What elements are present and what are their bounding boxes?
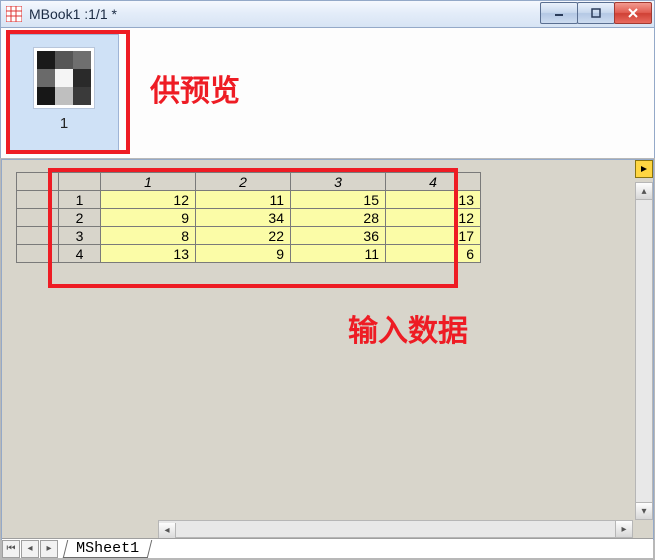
grid-stub [17, 209, 59, 227]
tab-nav-next-icon[interactable]: ▸ [40, 540, 58, 558]
matrix-sheet: 1 2 3 4 1 12 11 15 13 2 9 34 28 12 3 8 2… [1, 159, 654, 540]
horizontal-scrollbar[interactable]: ◂ ▸ [158, 520, 633, 538]
grid-corner[interactable] [59, 173, 101, 191]
cell[interactable]: 9 [196, 245, 291, 263]
cell[interactable]: 13 [386, 191, 481, 209]
scroll-up-icon[interactable]: ▴ [636, 183, 652, 200]
sheet-tab-label: MSheet1 [76, 540, 139, 557]
data-selector-icon[interactable] [635, 160, 653, 178]
sheet-tab-bar: ⏮ ◂ ▸ MSheet1 [2, 538, 653, 558]
vertical-scrollbar[interactable]: ▴ ▾ [635, 182, 653, 520]
cell[interactable]: 8 [101, 227, 196, 245]
titlebar[interactable]: MBook1 :1/1 * [0, 0, 655, 28]
cell[interactable]: 15 [291, 191, 386, 209]
grid-stub [17, 191, 59, 209]
row-header[interactable]: 3 [59, 227, 101, 245]
cell[interactable]: 28 [291, 209, 386, 227]
grid-stub [17, 227, 59, 245]
scroll-down-icon[interactable]: ▾ [636, 502, 652, 519]
cell[interactable]: 12 [386, 209, 481, 227]
cell[interactable]: 34 [196, 209, 291, 227]
cell[interactable]: 12 [101, 191, 196, 209]
annotation-label-data: 输入数据 [348, 306, 468, 350]
cell[interactable]: 13 [101, 245, 196, 263]
sheet-tab-active[interactable]: MSheet1 [63, 540, 153, 558]
tab-nav-first-icon[interactable]: ⏮ [2, 540, 20, 558]
cell[interactable]: 36 [291, 227, 386, 245]
preview-strip: 1 [0, 28, 655, 158]
scroll-left-icon[interactable]: ◂ [159, 523, 176, 539]
grid-corner-stub [17, 173, 59, 191]
cell[interactable]: 22 [196, 227, 291, 245]
window-buttons [541, 2, 652, 24]
thumbnail-label: 1 [10, 115, 118, 132]
cell[interactable]: 9 [101, 209, 196, 227]
cell[interactable]: 11 [291, 245, 386, 263]
cell[interactable]: 6 [386, 245, 481, 263]
grid-stub [17, 245, 59, 263]
col-header[interactable]: 2 [196, 173, 291, 191]
scroll-right-icon[interactable]: ▸ [615, 521, 632, 537]
close-button[interactable] [614, 2, 652, 24]
row-header[interactable]: 2 [59, 209, 101, 227]
row-header[interactable]: 4 [59, 245, 101, 263]
row-header[interactable]: 1 [59, 191, 101, 209]
col-header[interactable]: 4 [386, 173, 481, 191]
col-header[interactable]: 1 [101, 173, 196, 191]
tab-nav-prev-icon[interactable]: ◂ [21, 540, 39, 558]
cell[interactable]: 11 [196, 191, 291, 209]
col-header[interactable]: 3 [291, 173, 386, 191]
thumbnail-image [33, 47, 95, 109]
cell[interactable]: 17 [386, 227, 481, 245]
annotation-label-preview: 供预览 [150, 66, 240, 110]
data-grid[interactable]: 1 2 3 4 1 12 11 15 13 2 9 34 28 12 3 8 2… [16, 172, 481, 263]
matrix-book-icon [5, 5, 23, 23]
maximize-button[interactable] [577, 2, 615, 24]
window-title: MBook1 :1/1 * [29, 6, 117, 22]
minimize-button[interactable] [540, 2, 578, 24]
preview-thumbnail[interactable]: 1 [9, 34, 119, 152]
